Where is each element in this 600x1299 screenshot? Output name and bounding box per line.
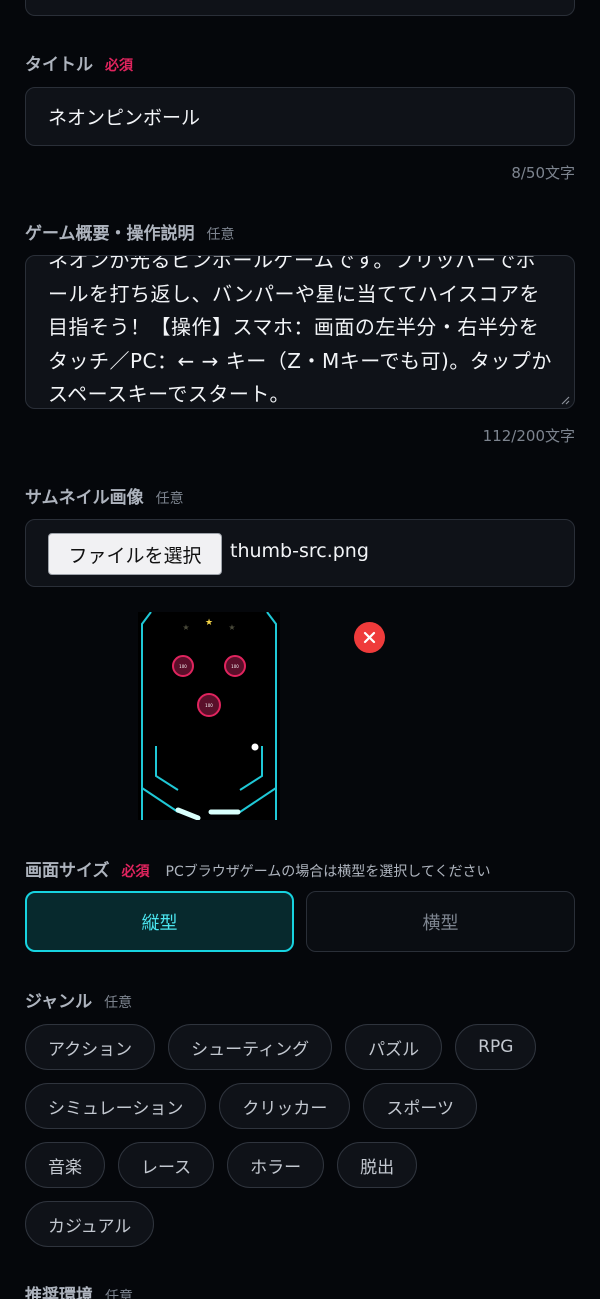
genre-chip-group: アクション シューティング パズル RPG シミュレーション クリッカー スポー… bbox=[25, 1024, 575, 1260]
genre-chip[interactable]: 脱出 bbox=[337, 1142, 418, 1188]
genre-chip[interactable]: クリッカー bbox=[219, 1083, 351, 1129]
svg-text:100: 100 bbox=[179, 664, 187, 669]
game-submit-form: タイトル 必須 8/50文字 ゲーム概要・操作説明 任意 ネオンが光るピンボール… bbox=[0, 0, 600, 1299]
optional-badge: 任意 bbox=[206, 227, 235, 243]
thumbnail-label-row: サムネイル画像 任意 bbox=[25, 483, 184, 508]
genre-chip[interactable]: RPG bbox=[455, 1024, 537, 1070]
genre-chip[interactable]: レース bbox=[118, 1142, 215, 1188]
environment-label: 推奨環境 bbox=[25, 1286, 93, 1299]
choose-file-button[interactable]: ファイルを選択 bbox=[48, 533, 222, 575]
description-label-row: ゲーム概要・操作説明 任意 bbox=[25, 219, 235, 244]
genre-label: ジャンル bbox=[25, 992, 93, 1012]
environment-label-row: 推奨環境 任意 bbox=[25, 1281, 133, 1299]
pinball-preview-image: ★ ★ ★ 100 100 100 bbox=[141, 612, 277, 820]
genre-chip[interactable]: シミュレーション bbox=[25, 1083, 207, 1129]
description-textarea[interactable]: ネオンが光るピンボールゲームです。フリッパーでボールを打ち返し、バンパーや星に当… bbox=[25, 255, 575, 409]
previous-field-bottom bbox=[25, 0, 575, 16]
title-field[interactable] bbox=[25, 87, 575, 146]
genre-chip[interactable]: 音楽 bbox=[25, 1142, 105, 1188]
remove-image-button[interactable] bbox=[354, 622, 385, 653]
genre-chip[interactable]: カジュアル bbox=[25, 1201, 155, 1247]
title-input[interactable] bbox=[26, 88, 574, 145]
optional-badge: 任意 bbox=[104, 995, 133, 1011]
screen-size-hint: PCブラウザゲームの場合は横型を選択してください bbox=[165, 864, 491, 880]
file-input-field: ファイルを選択 thumb-src.png bbox=[25, 519, 575, 587]
genre-chip[interactable]: シューティング bbox=[168, 1024, 333, 1070]
optional-badge: 任意 bbox=[155, 491, 184, 507]
description-label: ゲーム概要・操作説明 bbox=[25, 224, 195, 244]
screen-size-label: 画面サイズ bbox=[25, 861, 110, 881]
thumbnail-preview: ★ ★ ★ 100 100 100 bbox=[138, 612, 280, 820]
genre-chip[interactable]: スポーツ bbox=[363, 1083, 477, 1129]
title-label: タイトル bbox=[25, 55, 93, 75]
svg-text:★: ★ bbox=[205, 618, 213, 628]
required-badge: 必須 bbox=[105, 58, 133, 74]
title-char-counter: 8/50文字 bbox=[511, 164, 575, 182]
svg-text:★: ★ bbox=[228, 623, 235, 632]
svg-text:★: ★ bbox=[182, 623, 189, 632]
genre-chip[interactable]: パズル bbox=[345, 1024, 443, 1070]
genre-chip[interactable]: アクション bbox=[25, 1024, 156, 1070]
screen-size-label-row: 画面サイズ 必須 PCブラウザゲームの場合は横型を選択してください bbox=[25, 856, 490, 881]
description-char-counter: 112/200文字 bbox=[482, 427, 575, 445]
resize-handle-icon[interactable] bbox=[560, 395, 570, 405]
portrait-option-button[interactable]: 縦型 bbox=[25, 891, 294, 952]
description-text: ネオンが光るピンボールゲームです。フリッパーでボールを打ち返し、バンパーや星に当… bbox=[48, 255, 552, 406]
title-label-row: タイトル 必須 bbox=[25, 50, 133, 75]
required-badge: 必須 bbox=[121, 864, 150, 880]
file-name: thumb-src.png bbox=[230, 540, 369, 562]
close-icon bbox=[363, 631, 376, 644]
landscape-option-button[interactable]: 横型 bbox=[306, 891, 575, 952]
genre-chip[interactable]: ホラー bbox=[227, 1142, 325, 1188]
svg-text:100: 100 bbox=[231, 664, 239, 669]
optional-badge: 任意 bbox=[105, 1289, 133, 1299]
thumbnail-label: サムネイル画像 bbox=[25, 488, 144, 508]
genre-label-row: ジャンル 任意 bbox=[25, 987, 132, 1012]
svg-text:100: 100 bbox=[205, 703, 213, 708]
